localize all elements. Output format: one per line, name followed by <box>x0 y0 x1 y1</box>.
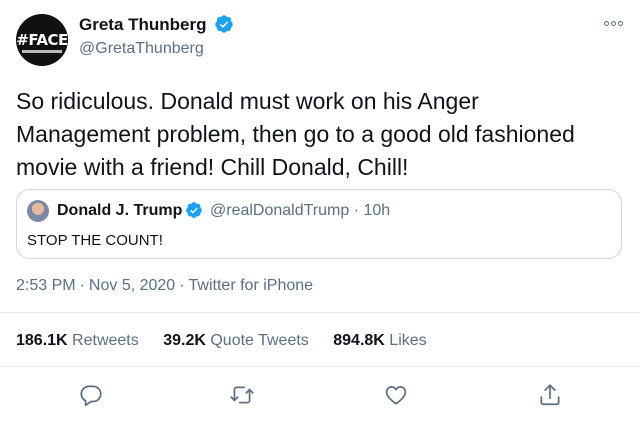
tweet-meta: 2:53 PM · Nov 5, 2020 · Twitter for iPhone <box>16 277 313 295</box>
tweet-source[interactable]: Twitter for iPhone <box>189 277 314 294</box>
like-icon[interactable] <box>383 382 409 408</box>
author-handle[interactable]: @GretaThunberg <box>79 40 204 58</box>
meta-separator: · <box>179 277 185 294</box>
tweet-stats: 186.1K Retweets 39.2K Quote Tweets 894.8… <box>16 332 447 350</box>
quoted-handle: @realDonaldTrump <box>210 202 350 219</box>
verified-badge-icon <box>186 202 202 218</box>
retweet-icon[interactable] <box>229 382 255 408</box>
likes-stat[interactable]: 894.8K Likes <box>333 332 426 350</box>
avatar-strip <box>22 50 62 53</box>
divider <box>0 366 640 367</box>
retweets-stat[interactable]: 186.1K Retweets <box>16 332 139 350</box>
meta-separator: · <box>79 277 85 294</box>
quoted-text: STOP THE COUNT! <box>27 232 163 249</box>
more-options-icon[interactable] <box>600 14 626 32</box>
tweet-time[interactable]: 2:53 PM <box>16 277 76 294</box>
divider <box>0 312 640 313</box>
author-avatar[interactable]: #FACE <box>16 14 68 66</box>
author-name[interactable]: Greta Thunberg <box>79 15 207 35</box>
tweet-date[interactable]: Nov 5, 2020 <box>89 277 175 294</box>
tweet-text: So ridiculous. Donald must work on his A… <box>16 88 575 180</box>
quoted-tweet[interactable]: Donald J. Trump @realDonaldTrump · 10h S… <box>16 189 622 259</box>
quoted-handle-time: @realDonaldTrump · 10h <box>210 202 390 220</box>
reply-icon[interactable] <box>78 382 104 408</box>
avatar-logo-text: #FACE <box>16 31 68 49</box>
quoted-author-name: Donald J. Trump <box>57 202 183 219</box>
verified-badge-icon <box>215 15 233 33</box>
quoted-avatar[interactable] <box>27 200 49 222</box>
quoted-time: · 10h <box>353 202 391 219</box>
quote-tweets-stat[interactable]: 39.2K Quote Tweets <box>163 332 309 350</box>
tweet: #FACE Greta Thunberg @GretaThunberg So r… <box>0 0 640 422</box>
share-icon[interactable] <box>537 382 563 408</box>
action-bar <box>0 380 640 412</box>
